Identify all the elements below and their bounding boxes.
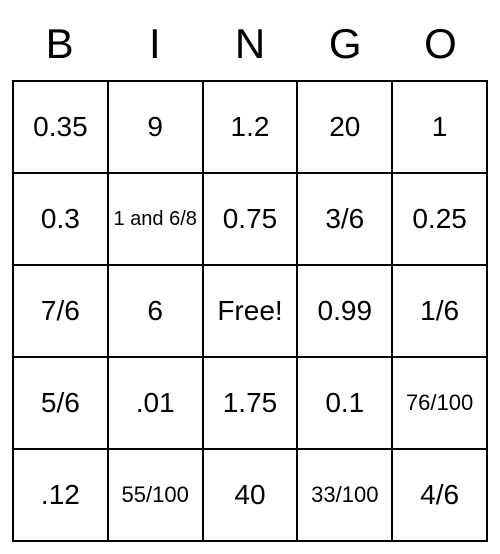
bingo-cell[interactable]: 0.75 (203, 173, 298, 265)
header-g: G (298, 12, 393, 80)
bingo-cell[interactable]: 0.35 (13, 81, 108, 173)
bingo-cell[interactable]: 9 (108, 81, 203, 173)
bingo-cell[interactable]: 7/6 (13, 265, 108, 357)
bingo-cell[interactable]: 1.2 (203, 81, 298, 173)
header-i: I (107, 12, 202, 80)
header-b: B (12, 12, 107, 80)
bingo-cell[interactable]: 20 (297, 81, 392, 173)
bingo-cell[interactable]: .01 (108, 357, 203, 449)
bingo-cell[interactable]: 0.3 (13, 173, 108, 265)
bingo-cell[interactable]: 76/100 (392, 357, 487, 449)
bingo-cell[interactable]: 3/6 (297, 173, 392, 265)
bingo-cell[interactable]: 40 (203, 449, 298, 541)
bingo-card: B I N G O 0.3591.2201 0.31 and 6/80.753/6… (12, 12, 488, 542)
bingo-cell[interactable]: 0.99 (297, 265, 392, 357)
bingo-cell[interactable]: 1 (392, 81, 487, 173)
bingo-cell[interactable]: .12 (13, 449, 108, 541)
bingo-cell[interactable]: 0.1 (297, 357, 392, 449)
bingo-cell[interactable]: 6 (108, 265, 203, 357)
bingo-grid: 0.3591.2201 0.31 and 6/80.753/60.25 7/66Fr… (12, 80, 488, 542)
bingo-cell[interactable]: 33/100 (297, 449, 392, 541)
bingo-cell[interactable]: Free! (203, 265, 298, 357)
header-o: O (393, 12, 488, 80)
bingo-cell[interactable]: 1.75 (203, 357, 298, 449)
bingo-cell[interactable]: 1 and 6/8 (108, 173, 203, 265)
header-n: N (202, 12, 297, 80)
bingo-cell[interactable]: 0.25 (392, 173, 487, 265)
bingo-cell[interactable]: 55/100 (108, 449, 203, 541)
bingo-cell[interactable]: 1/6 (392, 265, 487, 357)
bingo-header-row: B I N G O (12, 12, 488, 80)
bingo-cell[interactable]: 5/6 (13, 357, 108, 449)
bingo-cell[interactable]: 4/6 (392, 449, 487, 541)
